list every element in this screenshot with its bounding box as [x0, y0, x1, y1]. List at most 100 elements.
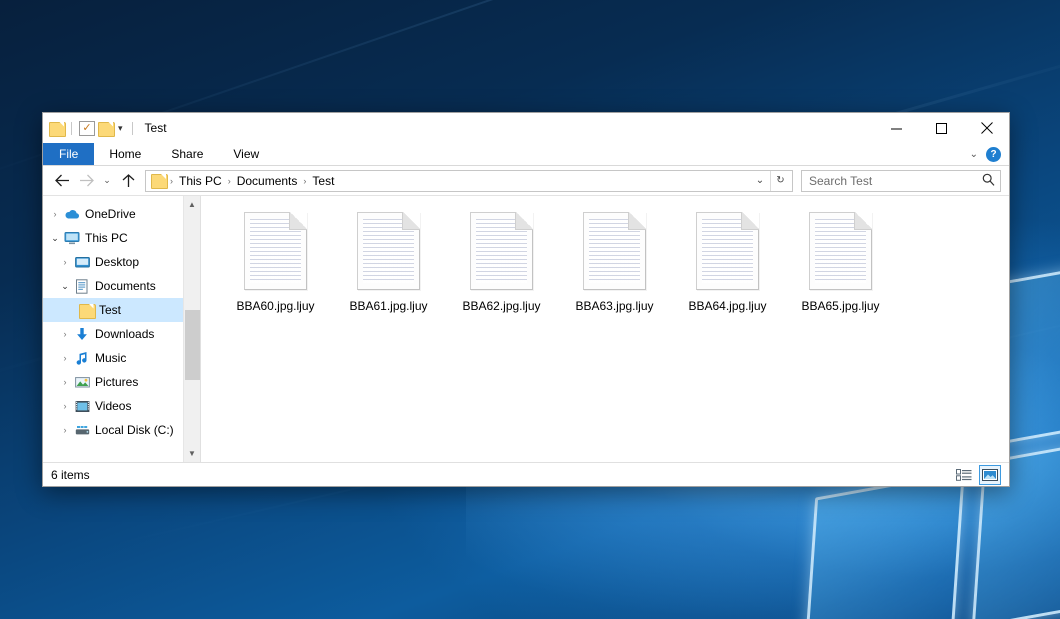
- pictures-icon: [73, 376, 91, 389]
- videos-film-icon: [73, 400, 91, 413]
- onedrive-cloud-icon: [63, 208, 81, 220]
- file-name: BBA60.jpg.ljuy: [236, 299, 314, 313]
- window-title: Test: [145, 121, 167, 135]
- chevron-down-icon[interactable]: ▾: [116, 123, 125, 134]
- breadcrumb-separator: ›: [226, 176, 233, 186]
- large-icons-view-button[interactable]: [979, 465, 1001, 485]
- back-arrow-icon[interactable]: [51, 170, 73, 192]
- search-box[interactable]: [801, 170, 1001, 192]
- scrollbar-track[interactable]: [184, 213, 201, 445]
- sidebar-scrollbar[interactable]: ▲ ▼: [183, 196, 200, 462]
- breadcrumb-documents[interactable]: Documents: [233, 174, 302, 188]
- window-body: › OneDrive ⌄ This PC ›: [43, 196, 1009, 462]
- sidebar-item-label: Documents: [95, 279, 156, 293]
- breadcrumb-this-pc[interactable]: This PC: [175, 174, 226, 188]
- sidebar-item-label: Test: [99, 303, 121, 317]
- chevron-down-icon[interactable]: ⌄: [57, 282, 73, 291]
- sidebar-item-videos[interactable]: › Videos: [43, 394, 200, 418]
- folder-icon[interactable]: [49, 122, 64, 135]
- search-icon[interactable]: [982, 173, 995, 189]
- sidebar-item-test[interactable]: Test: [43, 298, 200, 322]
- file-name: BBA62.jpg.ljuy: [462, 299, 540, 313]
- file-list-pane[interactable]: BBA60.jpg.ljuy BBA61.jpg.ljuy: [201, 196, 1009, 462]
- document-fold-corner: [854, 212, 872, 230]
- sidebar-item-this-pc[interactable]: ⌄ This PC: [43, 226, 200, 250]
- file-item[interactable]: BBA64.jpg.ljuy: [671, 210, 784, 338]
- generic-document-icon: [357, 212, 420, 290]
- item-count-label: 6 items: [51, 468, 90, 482]
- chevron-down-icon[interactable]: ⌄: [970, 149, 978, 160]
- file-item[interactable]: BBA60.jpg.ljuy: [219, 210, 332, 338]
- navigation-pane: › OneDrive ⌄ This PC ›: [43, 196, 201, 462]
- file-name: BBA64.jpg.ljuy: [688, 299, 766, 313]
- breadcrumb[interactable]: › This PC › Documents › Test ⌄ ↻: [145, 170, 793, 192]
- document-fold-corner: [741, 212, 759, 230]
- sidebar-item-downloads[interactable]: › Downloads: [43, 322, 200, 346]
- sidebar-item-label: Desktop: [95, 255, 139, 269]
- breadcrumb-separator: ›: [168, 176, 175, 186]
- refresh-icon[interactable]: ↻: [770, 171, 790, 191]
- sidebar-item-onedrive[interactable]: › OneDrive: [43, 202, 200, 226]
- tab-home[interactable]: Home: [94, 143, 156, 165]
- file-item[interactable]: BBA65.jpg.ljuy: [784, 210, 897, 338]
- forward-arrow-icon: [75, 170, 97, 192]
- sidebar-item-pictures[interactable]: › Pictures: [43, 370, 200, 394]
- sidebar-item-music[interactable]: › Music: [43, 346, 200, 370]
- divider: [132, 122, 133, 135]
- sidebar-item-desktop[interactable]: › Desktop: [43, 250, 200, 274]
- view-mode-buttons: [953, 465, 1001, 485]
- chevron-right-icon[interactable]: ›: [57, 378, 73, 387]
- file-item[interactable]: BBA63.jpg.ljuy: [558, 210, 671, 338]
- chevron-right-icon[interactable]: ›: [57, 330, 73, 339]
- sidebar-item-local-disk-c[interactable]: › Local Disk (C:): [43, 418, 200, 442]
- generic-document-icon: [244, 212, 307, 290]
- breadcrumb-test[interactable]: Test: [308, 174, 338, 188]
- folder-glyph: [79, 304, 94, 317]
- window-controls: [874, 113, 1009, 143]
- generic-document-icon: [809, 212, 872, 290]
- document-fold-corner: [628, 212, 646, 230]
- chevron-right-icon[interactable]: ›: [47, 210, 63, 219]
- details-view-button[interactable]: [953, 465, 975, 485]
- new-folder-icon[interactable]: [98, 122, 113, 135]
- music-note-icon: [73, 351, 91, 366]
- close-button[interactable]: [964, 113, 1009, 143]
- scroll-up-arrow-icon[interactable]: ▲: [184, 196, 201, 213]
- tab-file[interactable]: File: [43, 143, 94, 165]
- ribbon-right-controls: ⌄ ?: [970, 143, 1009, 165]
- address-dropdown-icon[interactable]: ⌄: [750, 171, 770, 191]
- help-icon[interactable]: ?: [986, 147, 1001, 162]
- document-fold-corner: [289, 212, 307, 230]
- recent-locations-chevron-icon[interactable]: ⌄: [99, 170, 115, 192]
- search-input[interactable]: [807, 173, 982, 189]
- sidebar-item-documents[interactable]: ⌄ Documents: [43, 274, 200, 298]
- file-name: BBA63.jpg.ljuy: [575, 299, 653, 313]
- properties-checkbox-icon[interactable]: ✓: [79, 121, 95, 136]
- up-arrow-icon[interactable]: [117, 170, 139, 192]
- chevron-right-icon[interactable]: ›: [57, 258, 73, 267]
- file-item[interactable]: BBA61.jpg.ljuy: [332, 210, 445, 338]
- desktop: ✓ ▾ Test File Home Share: [0, 0, 1060, 619]
- sidebar-item-label: Downloads: [95, 327, 154, 341]
- chevron-right-icon[interactable]: ›: [57, 426, 73, 435]
- minimize-button[interactable]: [874, 113, 919, 143]
- address-bar: ⌄ › This PC › Documents › Test ⌄ ↻: [43, 166, 1009, 196]
- chevron-right-icon[interactable]: ›: [57, 402, 73, 411]
- status-bar: 6 items: [43, 462, 1009, 486]
- sidebar-item-label: Music: [95, 351, 126, 365]
- quick-access-toolbar[interactable]: ✓ ▾: [49, 121, 137, 136]
- downloads-arrow-icon: [73, 327, 91, 342]
- tab-view[interactable]: View: [218, 143, 274, 165]
- sidebar-item-label: This PC: [85, 231, 128, 245]
- scrollbar-thumb[interactable]: [185, 310, 200, 380]
- scroll-down-arrow-icon[interactable]: ▼: [184, 445, 201, 462]
- tab-share[interactable]: Share: [156, 143, 218, 165]
- document-fold-corner: [515, 212, 533, 230]
- chevron-right-icon[interactable]: ›: [57, 354, 73, 363]
- maximize-button[interactable]: [919, 113, 964, 143]
- sidebar-item-label: OneDrive: [85, 207, 136, 221]
- file-explorer-window: ✓ ▾ Test File Home Share: [42, 112, 1010, 487]
- chevron-down-icon[interactable]: ⌄: [47, 234, 63, 243]
- this-pc-monitor-icon: [63, 231, 81, 245]
- file-item[interactable]: BBA62.jpg.ljuy: [445, 210, 558, 338]
